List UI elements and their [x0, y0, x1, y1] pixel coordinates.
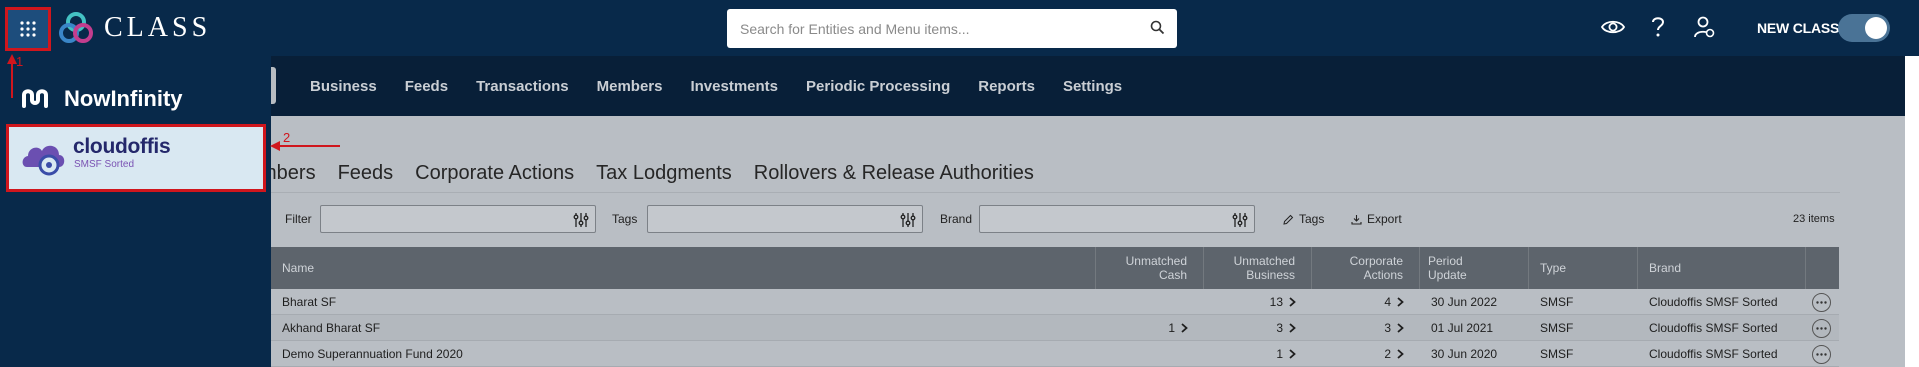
pencil-icon [1283, 214, 1294, 225]
cell-type: SMSF [1540, 295, 1574, 309]
more-icon [1816, 353, 1827, 356]
row-menu-button[interactable] [1812, 319, 1831, 338]
annotation-overlay [7, 54, 340, 151]
table-header: Name Unmatched Cash Unmatched Business Cor… [271, 247, 1839, 289]
row-menu-button[interactable] [1812, 293, 1831, 312]
tab-tax-lodgments[interactable]: Tax Lodgments [596, 162, 732, 185]
cell-type: SMSF [1540, 321, 1574, 335]
table-row[interactable]: Bharat SF 13 4 30 Jun 2022 SMSF Cloudoff… [271, 289, 1839, 315]
col-header-brand[interactable]: Brand [1638, 247, 1806, 289]
toggle-knob [1865, 17, 1887, 39]
items-count: 23 items [1793, 213, 1835, 225]
annotation-marker-2: 2 [283, 130, 291, 145]
row-menu-button[interactable] [1812, 345, 1831, 364]
annotation-arrowhead-2 [270, 141, 280, 151]
tab-rollovers[interactable]: Rollovers & Release Authorities [754, 162, 1034, 185]
export-button-label: Export [1367, 212, 1402, 226]
export-button[interactable]: Export [1351, 212, 1402, 226]
cell-corporate-actions[interactable]: 2 [1312, 341, 1404, 367]
annotation-marker-1: 1 [16, 54, 24, 69]
col-header-unmatched-business[interactable]: Unmatched Business [1204, 247, 1312, 289]
sliders-icon[interactable] [900, 212, 916, 228]
cell-name[interactable]: Akhand Bharat SF [282, 315, 380, 341]
col-header-period-update[interactable]: Period Update [1420, 247, 1529, 289]
filter-input[interactable] [320, 205, 596, 233]
cell-unmatched-business[interactable]: 13 [1204, 289, 1296, 315]
chevron-right-icon[interactable] [1397, 323, 1404, 333]
cell-brand: Cloudoffis SMSF Sorted [1649, 295, 1778, 309]
chevron-right-icon[interactable] [1289, 323, 1296, 333]
nav-item-investments[interactable]: Investments [690, 78, 778, 95]
cell-period-update: 30 Jun 2022 [1431, 295, 1498, 309]
table-row[interactable]: Demo Superannuation Fund 2020 1 2 30 Jun… [271, 341, 1839, 367]
search-box[interactable] [727, 9, 1177, 48]
cell-period-update: 30 Jun 2020 [1431, 347, 1498, 361]
tags-input[interactable] [647, 205, 923, 233]
cell-type: SMSF [1540, 347, 1574, 361]
cell-corporate-actions[interactable]: 4 [1312, 289, 1404, 315]
col-header-name[interactable]: Name [271, 247, 1096, 289]
chevron-right-icon[interactable] [1289, 349, 1296, 359]
search-input[interactable] [727, 9, 1127, 48]
sliders-icon[interactable] [573, 212, 589, 228]
cell-corporate-actions[interactable]: 3 [1312, 315, 1404, 341]
col-header-type[interactable]: Type [1529, 247, 1638, 289]
cell-unmatched-business[interactable]: 3 [1204, 315, 1296, 341]
table-row[interactable]: Akhand Bharat SF 1 3 3 01 Jul 2021 SMSF … [271, 315, 1839, 341]
eye-icon[interactable] [1601, 18, 1625, 36]
cell-period-update: 01 Jul 2021 [1431, 321, 1494, 335]
nav-item-periodic-processing[interactable]: Periodic Processing [806, 78, 950, 95]
main-nav: Business Feeds Transactions Members Inve… [310, 56, 1150, 116]
entities-table: Name Unmatched Cash Unmatched Business Cor… [271, 247, 1839, 367]
new-class-toggle[interactable] [1838, 14, 1890, 42]
sliders-icon[interactable] [1232, 212, 1248, 228]
chevron-right-icon[interactable] [1397, 297, 1404, 307]
tags-label: Tags [612, 212, 638, 226]
tags-button[interactable]: Tags [1283, 212, 1324, 226]
cell-brand: Cloudoffis SMSF Sorted [1649, 347, 1778, 361]
tab-feeds[interactable]: Feeds [338, 162, 394, 185]
nav-item-feeds[interactable]: Feeds [405, 78, 448, 95]
download-icon [1351, 214, 1362, 225]
nav-item-reports[interactable]: Reports [978, 78, 1035, 95]
window-scrollbar[interactable] [1905, 56, 1919, 367]
col-header-corporate-actions[interactable]: Corporate Actions [1312, 247, 1420, 289]
tabs-divider [260, 192, 1840, 193]
help-icon[interactable] [1650, 16, 1666, 38]
nav-item-settings[interactable]: Settings [1063, 78, 1122, 95]
tags-button-label: Tags [1299, 212, 1325, 226]
tab-corporate-actions[interactable]: Corporate Actions [415, 162, 574, 185]
chevron-right-icon[interactable] [1289, 297, 1296, 307]
new-class-label: NEW CLASS [1757, 20, 1840, 36]
cell-name[interactable]: Demo Superannuation Fund 2020 [282, 341, 463, 367]
more-icon [1816, 301, 1827, 304]
cloudoffis-tagline: SMSF Sorted [74, 159, 135, 170]
cell-unmatched-cash[interactable]: 1 [1096, 315, 1188, 341]
more-icon [1816, 327, 1827, 330]
brand-input[interactable] [979, 205, 1255, 233]
brand-label: Brand [940, 212, 973, 226]
chevron-right-icon[interactable] [1397, 349, 1404, 359]
filter-label: Filter [285, 212, 312, 226]
cell-brand: Cloudoffis SMSF Sorted [1649, 321, 1778, 335]
user-settings-icon[interactable] [1694, 15, 1716, 39]
search-icon[interactable] [1150, 20, 1165, 35]
chevron-right-icon[interactable] [1181, 323, 1188, 333]
nav-item-transactions[interactable]: Transactions [476, 78, 569, 95]
content-tabs: mbers Feeds Corporate Actions Tax Lodgme… [260, 162, 1056, 185]
cell-name[interactable]: Bharat SF [282, 289, 336, 315]
nav-item-members[interactable]: Members [597, 78, 663, 95]
cell-unmatched-business[interactable]: 1 [1204, 341, 1296, 367]
col-header-unmatched-cash[interactable]: Unmatched Cash [1096, 247, 1204, 289]
